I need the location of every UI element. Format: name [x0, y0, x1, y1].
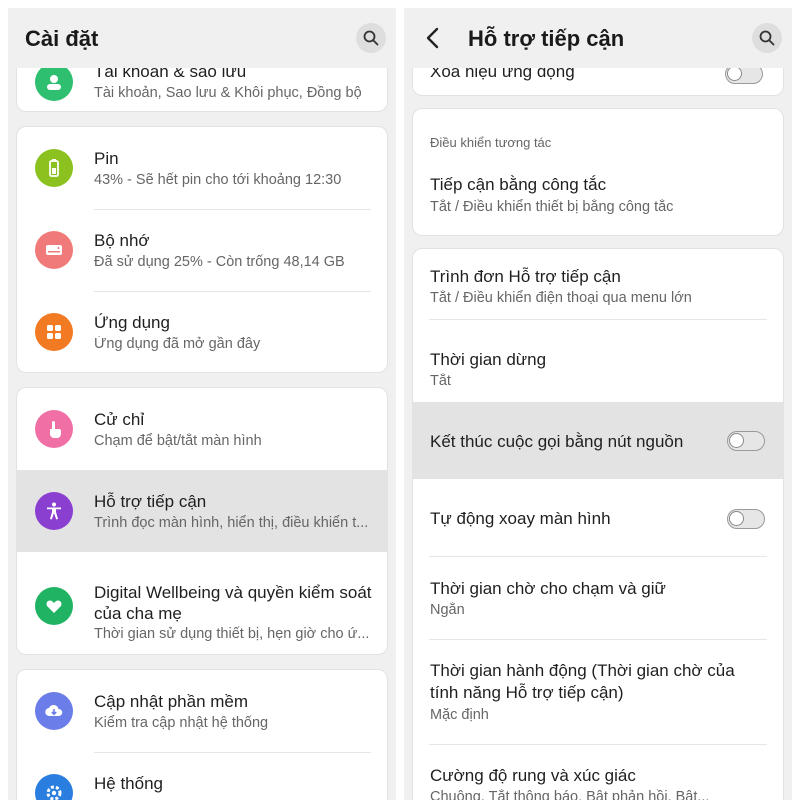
account-icon: [35, 63, 73, 101]
toggle-knob: [727, 66, 742, 81]
gear-icon: [35, 774, 73, 800]
settings-item-title: Bộ nhớ: [94, 231, 150, 250]
setting-title: Kết thúc cuộc gọi bằng nút nguồn: [430, 432, 684, 451]
settings-item-system[interactable]: Hệ thống: [17, 752, 387, 800]
settings-item-subtitle: 43% - Sẽ hết pin cho tới khoảng 12:30: [94, 172, 342, 188]
setting-touch-hold-delay[interactable]: Thời gian chờ cho chạm và giữ Ngắn: [413, 557, 783, 639]
back-arrow-icon: [426, 27, 439, 49]
system-card: Cập nhật phần mềm Kiểm tra cập nhật hệ t…: [16, 669, 388, 800]
search-button[interactable]: [356, 23, 386, 53]
setting-subtitle: Tắt / Điều khiển điện thoại qua menu lớn: [430, 290, 692, 306]
settings-item-accessibility[interactable]: Hỗ trợ tiếp cận Trình đọc màn hình, hiển…: [17, 470, 387, 552]
settings-panel: Cài đặt Tài khoản & sao lưu Tài khoản, S…: [8, 8, 396, 800]
settings-item-title: Hỗ trợ tiếp cận: [94, 492, 207, 511]
settings-item-battery[interactable]: Pin 43% - Sẽ hết pin cho tới khoảng 12:3…: [17, 127, 387, 209]
setting-title-line2: tính năng Hỗ trợ tiếp cận): [430, 683, 624, 702]
settings-item-subtitle: Tài khoản, Sao lưu & Khôi phục, Đồng bộ: [94, 85, 362, 101]
toggle-switch[interactable]: [727, 509, 765, 529]
accessibility-header: Hỗ trợ tiếp cận: [404, 8, 792, 68]
setting-title: Trình đơn Hỗ trợ tiếp cận: [430, 267, 621, 286]
settings-item-storage[interactable]: Bộ nhớ Đã sử dụng 25% - Còn trống 48,14 …: [17, 209, 387, 291]
search-icon: [363, 30, 379, 46]
settings-item-title: Digital Wellbeing và quyền kiểm soát của…: [94, 583, 372, 623]
setting-auto-rotate[interactable]: Tự động xoay màn hình: [413, 479, 783, 557]
settings-item-subtitle: Kiểm tra cập nhật hệ thống: [94, 715, 269, 731]
wellbeing-icon: [35, 587, 73, 625]
setting-subtitle: Chuông, Tắt thông báo, Bật phản hồi, Bật…: [430, 789, 710, 800]
settings-item-subtitle: Đã sử dụng 25% - Còn trống 48,14 GB: [94, 254, 345, 270]
settings-header: Cài đặt: [8, 8, 396, 68]
setting-subtitle: Tắt: [430, 373, 451, 389]
accessibility-panel: Hỗ trợ tiếp cận Xóa hiệu ứng động Điều k…: [404, 8, 792, 800]
setting-title: Tiếp cận bằng công tắc: [430, 175, 607, 194]
settings-item-title: Cử chỉ: [94, 410, 145, 429]
settings-item-title: Cập nhật phần mềm: [94, 692, 249, 711]
setting-title: Tự động xoay màn hình: [430, 509, 611, 528]
setting-dwell-time[interactable]: Thời gian dừng Tắt: [413, 320, 783, 402]
page-title: Hỗ trợ tiếp cận: [468, 26, 625, 51]
setting-time-to-take-action[interactable]: Thời gian hành động (Thời gian chờ của t…: [413, 640, 783, 744]
setting-title: Thời gian dừng: [430, 350, 547, 369]
setting-title: Thời gian chờ cho chạm và giữ: [430, 579, 666, 598]
settings-item-subtitle: Ứng dụng đã mở gần đây: [94, 336, 261, 352]
setting-subtitle: Ngắn: [430, 602, 465, 618]
settings-item-gestures[interactable]: Cử chỉ Chạm để bật/tắt màn hình: [17, 388, 387, 470]
storage-icon: [35, 231, 73, 269]
setting-switch-access[interactable]: Tiếp cận bằng công tắc Tắt / Điều khiển …: [413, 159, 783, 235]
setting-title: Cường độ rung và xúc giác: [430, 766, 636, 785]
settings-item-title: Pin: [94, 149, 119, 168]
setting-vibration-haptics[interactable]: Cường độ rung và xúc giác Chuông, Tắt th…: [413, 745, 783, 800]
settings-item-subtitle: Trình đọc màn hình, hiển thị, điều khiển…: [94, 515, 369, 531]
settings-item-subtitle: Thời gian sử dụng thiết bị, hẹn giờ cho …: [94, 626, 370, 642]
page-title: Cài đặt: [25, 26, 99, 51]
search-button[interactable]: [752, 23, 782, 53]
setting-end-call-power-button[interactable]: Kết thúc cuộc gọi bằng nút nguồn: [413, 402, 783, 479]
interaction-control-card: Điều khiển tương tác Tiếp cận bằng công …: [412, 108, 784, 236]
gesture-icon: [35, 410, 73, 448]
settings-item-title: Hệ thống: [94, 774, 163, 793]
interaction-card: Cử chỉ Chạm để bật/tắt màn hình Hỗ trợ t…: [16, 387, 388, 655]
apps-icon: [35, 313, 73, 351]
settings-item-apps[interactable]: Ứng dụng Ứng dụng đã mở gần đây: [17, 291, 387, 372]
setting-title-line1: Thời gian hành động (Thời gian chờ của: [430, 661, 735, 680]
back-button[interactable]: [422, 26, 444, 50]
toggle-knob: [729, 511, 744, 526]
accessibility-settings-card: Trình đơn Hỗ trợ tiếp cận Tắt / Điều khi…: [412, 248, 784, 800]
section-header: Điều khiển tương tác: [430, 135, 552, 150]
search-icon: [759, 30, 775, 46]
settings-item-subtitle: Chạm để bật/tắt màn hình: [94, 433, 262, 449]
cloud-download-icon: [35, 692, 73, 730]
settings-item-software-update[interactable]: Cập nhật phần mềm Kiểm tra cập nhật hệ t…: [17, 670, 387, 752]
toggle-switch[interactable]: [727, 431, 765, 451]
toggle-knob: [729, 433, 744, 448]
settings-item-digital-wellbeing[interactable]: Digital Wellbeing và quyền kiểm soát của…: [17, 552, 387, 654]
settings-item-title: Ứng dụng: [94, 313, 170, 332]
battery-icon: [35, 149, 73, 187]
accessibility-icon: [35, 492, 73, 530]
setting-subtitle: Mặc định: [430, 707, 489, 723]
setting-subtitle: Tắt / Điều khiển thiết bị bằng công tắc: [430, 199, 674, 215]
device-card: Pin 43% - Sẽ hết pin cho tới khoảng 12:3…: [16, 126, 388, 373]
